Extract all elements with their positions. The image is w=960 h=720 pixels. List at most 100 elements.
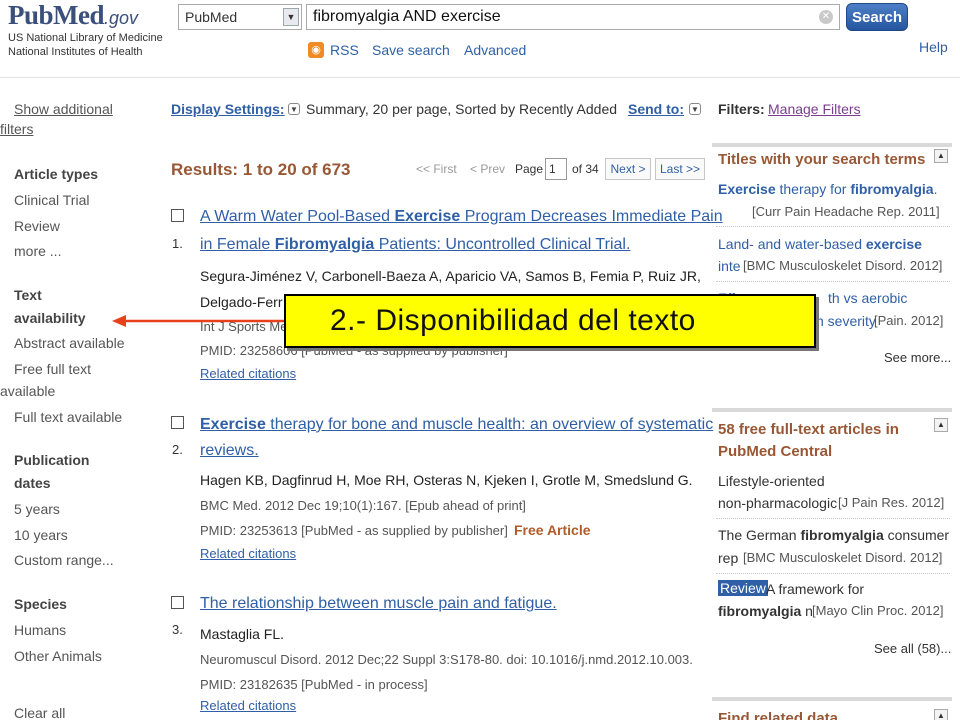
filter-review[interactable]: Review	[14, 218, 60, 234]
title-highlight: fibromyalgia	[850, 181, 934, 197]
pager-first: << First	[416, 162, 457, 176]
related-citations-link[interactable]: Related citations	[200, 366, 296, 381]
page-number-input[interactable]: 1	[545, 158, 567, 180]
result-title-link[interactable]: A Warm Water Pool-Based Exercise Program…	[200, 203, 723, 230]
display-settings-value: Summary, 20 per page, Sorted by Recently…	[306, 101, 618, 117]
database-select-value: PubMed	[185, 9, 238, 25]
title-highlight: Exercise	[200, 416, 266, 433]
publication-dates-heading: Publication	[14, 452, 90, 468]
chevron-down-icon[interactable]: ▼	[288, 103, 300, 115]
title-text: consumer	[883, 527, 950, 543]
title-highlight: Exercise	[394, 208, 461, 225]
filter-10-years[interactable]: 10 years	[14, 527, 68, 543]
title-highlight: fibromyalgia	[718, 603, 802, 619]
pager-last-button[interactable]: Last >>	[655, 158, 705, 180]
results-count: Results: 1 to 20 of 673	[171, 160, 351, 179]
result-number: 2.	[172, 442, 183, 457]
save-search-link[interactable]: Save search	[372, 42, 450, 58]
free-item-link[interactable]: Lifestyle-oriented	[718, 473, 825, 489]
titles-box-title: Titles with your search terms	[718, 151, 926, 168]
collapse-icon[interactable]: ▲	[934, 709, 948, 720]
related-citations-link[interactable]: Related citations	[200, 698, 296, 713]
title-highlight: Fibromyalgia	[274, 236, 375, 253]
titles-item-link-line2[interactable]: n severity	[816, 313, 876, 329]
titles-item-link-part[interactable]: th vs aerobic	[828, 290, 907, 306]
logo-text: PubMed	[8, 0, 105, 30]
search-button[interactable]: Search	[846, 3, 908, 31]
filter-more-article-types[interactable]: more ...	[14, 243, 61, 259]
pager-page-label: Page	[515, 162, 544, 176]
clear-all-filters-link[interactable]: Clear all	[14, 705, 65, 720]
see-all-link[interactable]: See all (58)...	[874, 641, 951, 656]
filter-clinical-trial[interactable]: Clinical Trial	[14, 192, 89, 208]
logo-gov-text: .gov	[104, 8, 139, 28]
database-select[interactable]: PubMed ▼	[178, 4, 302, 30]
title-highlight: fibromyalgia	[800, 527, 884, 543]
result-pmid: PMID: 23253613 [PubMed - as supplied by …	[200, 523, 508, 538]
titles-item-link-line2[interactable]: inte	[718, 258, 741, 274]
free-item-link-line2[interactable]: rep	[718, 550, 738, 566]
annotation-arrow-icon	[112, 315, 286, 327]
rss-icon[interactable]: ◉	[308, 42, 324, 58]
show-additional-filters-link[interactable]: Show additional	[14, 101, 113, 117]
titles-item-source: [Curr Pain Headache Rep. 2011]	[752, 204, 940, 219]
rss-link[interactable]: RSS	[330, 42, 359, 58]
titles-item-link[interactable]: Land- and water-based exercise	[718, 236, 922, 252]
related-citations-link[interactable]: Related citations	[200, 546, 296, 561]
result-number: 3.	[172, 622, 183, 637]
review-badge: Review	[718, 580, 768, 596]
result-journal: Neuromuscul Disord. 2012 Dec;22 Suppl 3:…	[200, 652, 693, 667]
filter-other-animals[interactable]: Other Animals	[14, 648, 102, 664]
divider	[716, 518, 950, 519]
title-text: in Female	[200, 236, 275, 253]
manage-filters-link[interactable]: Manage Filters	[768, 101, 861, 117]
chevron-down-icon[interactable]: ▼	[689, 103, 701, 115]
free-item-link[interactable]: The German fibromyalgia consumer	[718, 527, 949, 543]
result-number: 1.	[172, 236, 183, 251]
filter-custom-range[interactable]: Custom range...	[14, 552, 114, 568]
show-additional-filters-link-2[interactable]: filters	[0, 121, 33, 137]
display-settings-label: Display Settings:	[171, 101, 285, 117]
text-availability-heading: Text	[14, 287, 42, 303]
title-text: The German	[718, 527, 801, 543]
result-authors: Hagen KB, Dagfinrud H, Moe RH, Osteras N…	[200, 472, 693, 488]
free-item-link-line2[interactable]: non-pharmacologic	[718, 495, 837, 511]
filter-humans[interactable]: Humans	[14, 622, 66, 638]
clear-search-icon[interactable]: ✕	[819, 10, 833, 24]
free-item-link[interactable]: A framework for	[766, 581, 864, 597]
free-box-title-2: PubMed Central	[718, 443, 833, 460]
free-article-badge[interactable]: Free Article	[514, 522, 591, 538]
result-checkbox[interactable]	[171, 596, 184, 609]
send-to-link[interactable]: Send to:	[628, 101, 684, 117]
pager-prev: < Prev	[470, 162, 506, 176]
search-input[interactable]: fibromyalgia AND exercise ✕	[306, 4, 840, 30]
free-item-link-line2[interactable]: fibromyalgia n	[718, 603, 813, 619]
display-settings-link[interactable]: Display Settings:	[171, 101, 285, 117]
result-title-link-line2[interactable]: in Female Fibromyalgia Patients: Uncontr…	[200, 231, 630, 258]
filter-free-full-text-2[interactable]: available	[0, 383, 55, 399]
title-text: therapy for	[775, 181, 851, 197]
result-checkbox[interactable]	[171, 209, 184, 222]
pubmed-logo[interactable]: PubMed.gov	[8, 0, 158, 31]
filter-5-years[interactable]: 5 years	[14, 501, 60, 517]
see-more-link[interactable]: See more...	[884, 350, 951, 365]
advanced-search-link[interactable]: Advanced	[464, 42, 526, 58]
result-title-link-line2[interactable]: reviews.	[200, 437, 259, 464]
help-link[interactable]: Help	[919, 39, 948, 55]
filter-full-text-available[interactable]: Full text available	[14, 409, 122, 425]
collapse-icon[interactable]: ▲	[934, 418, 948, 432]
result-checkbox[interactable]	[171, 416, 184, 429]
titles-item-link[interactable]: Exercise therapy for fibromyalgia.	[718, 181, 937, 197]
title-text: Program Decreases Immediate Pain	[460, 208, 723, 225]
result-authors: Mastaglia FL.	[200, 626, 285, 642]
result-authors-line2: Delgado-Ferr	[200, 294, 283, 310]
result-title-link[interactable]: The relationship between muscle pain and…	[200, 590, 557, 617]
filter-free-full-text[interactable]: Free full text	[14, 361, 91, 377]
result-journal: BMC Med. 2012 Dec 19;10(1):167. [Epub ah…	[200, 498, 526, 513]
result-title-link[interactable]: Exercise therapy for bone and muscle hea…	[200, 411, 713, 438]
free-item-source: [BMC Musculoskelet Disord. 2012]	[743, 550, 943, 565]
title-text: Patients: Uncontrolled Clinical Trial.	[374, 236, 631, 253]
pager-next-button[interactable]: Next >	[605, 158, 651, 180]
filter-abstract-available[interactable]: Abstract available	[14, 335, 125, 351]
collapse-icon[interactable]: ▲	[934, 149, 948, 163]
